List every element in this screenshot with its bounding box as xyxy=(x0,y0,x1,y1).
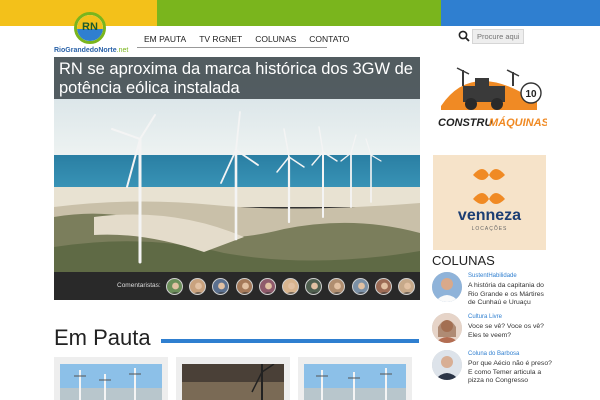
em-pauta-divider xyxy=(161,339,419,343)
pauta-card[interactable] xyxy=(54,357,168,400)
coluna-item[interactable]: Coluna do Barbosa Por que Aécio não é pr… xyxy=(432,350,552,394)
nav-item-tv-rgnet[interactable]: TV RGNET xyxy=(192,29,248,47)
avatar xyxy=(432,272,462,302)
nav-item-colunas[interactable]: COLUNAS xyxy=(248,29,302,47)
pauta-card[interactable] xyxy=(176,357,290,400)
coluna-title[interactable]: Por que Aécio não é preso? E como Temer … xyxy=(468,360,552,386)
coluna-title[interactable]: Voce se vê? Voce os vê? Eles te veem? xyxy=(468,323,552,340)
commenter-avatar[interactable] xyxy=(328,278,346,295)
coluna-title[interactable]: A história da capitania do Rio Grande e … xyxy=(468,282,552,308)
search-icon[interactable] xyxy=(458,30,470,42)
stripe-blue xyxy=(441,0,600,26)
ad-constru-name-a: CONSTRU xyxy=(438,117,493,129)
nav-item-contato[interactable]: CONTATO xyxy=(302,29,355,47)
venneza-logo-mark xyxy=(473,169,505,204)
coluna-category[interactable]: SustentHabilidade xyxy=(468,273,517,279)
logo-badge-text: RN xyxy=(82,21,98,33)
nav-item-em-pauta[interactable]: EM PAUTA xyxy=(137,29,192,47)
commenter-avatar[interactable] xyxy=(374,278,392,295)
logo-name: RioGrandedoNorte xyxy=(54,47,117,54)
colunas-heading: COLUNAS xyxy=(432,253,495,268)
feature-title[interactable]: RN se aproxima da marca histórica dos 3G… xyxy=(59,60,419,98)
ad-construmaquinas[interactable]: 10 CONSTRU MÁQUINAS xyxy=(433,64,547,136)
pauta-card[interactable] xyxy=(298,357,412,400)
pauta-card-image[interactable] xyxy=(182,364,284,400)
commenter-avatar[interactable] xyxy=(305,278,323,295)
pauta-card-image[interactable] xyxy=(60,364,162,400)
commenter-avatar[interactable] xyxy=(189,278,207,295)
commenter-avatar[interactable] xyxy=(282,278,299,295)
logo-wordmark: RioGrandedoNorte.net xyxy=(54,47,128,54)
commenter-avatar[interactable] xyxy=(166,278,183,295)
stripe-green xyxy=(157,0,441,26)
venneza-brand: venneza xyxy=(457,207,522,224)
commenter-avatar[interactable] xyxy=(235,278,253,295)
avatar xyxy=(432,350,462,380)
ad-constru-name-b: MÁQUINAS xyxy=(489,116,547,129)
site-logo[interactable]: RN RioGrandedoNorte.net xyxy=(54,12,128,58)
ad-constru-badge: 10 xyxy=(525,89,537,100)
em-pauta-heading: Em Pauta xyxy=(54,325,151,350)
coluna-category[interactable]: Cultura Livre xyxy=(468,314,502,320)
feature-title-bar: RN se aproxima da marca histórica dos 3G… xyxy=(54,57,420,99)
coluna-item[interactable]: SustentHabilidade A história da capitani… xyxy=(432,272,552,316)
venneza-sub: LOCAÇÕES xyxy=(471,226,508,232)
commenter-avatar[interactable] xyxy=(398,278,415,295)
main-nav: EM PAUTA TV RGNET COLUNAS CONTATO xyxy=(137,29,349,48)
commenter-avatar[interactable] xyxy=(351,278,369,295)
ad-venneza[interactable]: venneza LOCAÇÕES xyxy=(433,155,546,250)
avatar xyxy=(432,313,462,343)
commenter-avatar[interactable] xyxy=(258,278,276,295)
logo-badge: RN xyxy=(74,12,106,44)
commenters-label: Comentaristas: xyxy=(117,282,161,289)
commenter-avatar[interactable] xyxy=(212,278,230,295)
coluna-category[interactable]: Coluna do Barbosa xyxy=(468,351,519,357)
search-input[interactable] xyxy=(472,29,524,44)
logo-tld: .net xyxy=(116,47,129,54)
feature-story[interactable]: RN se aproxima da marca histórica dos 3G… xyxy=(54,57,420,300)
pauta-card-image[interactable] xyxy=(304,364,406,400)
commenters-strip: Comentaristas: xyxy=(54,272,420,300)
